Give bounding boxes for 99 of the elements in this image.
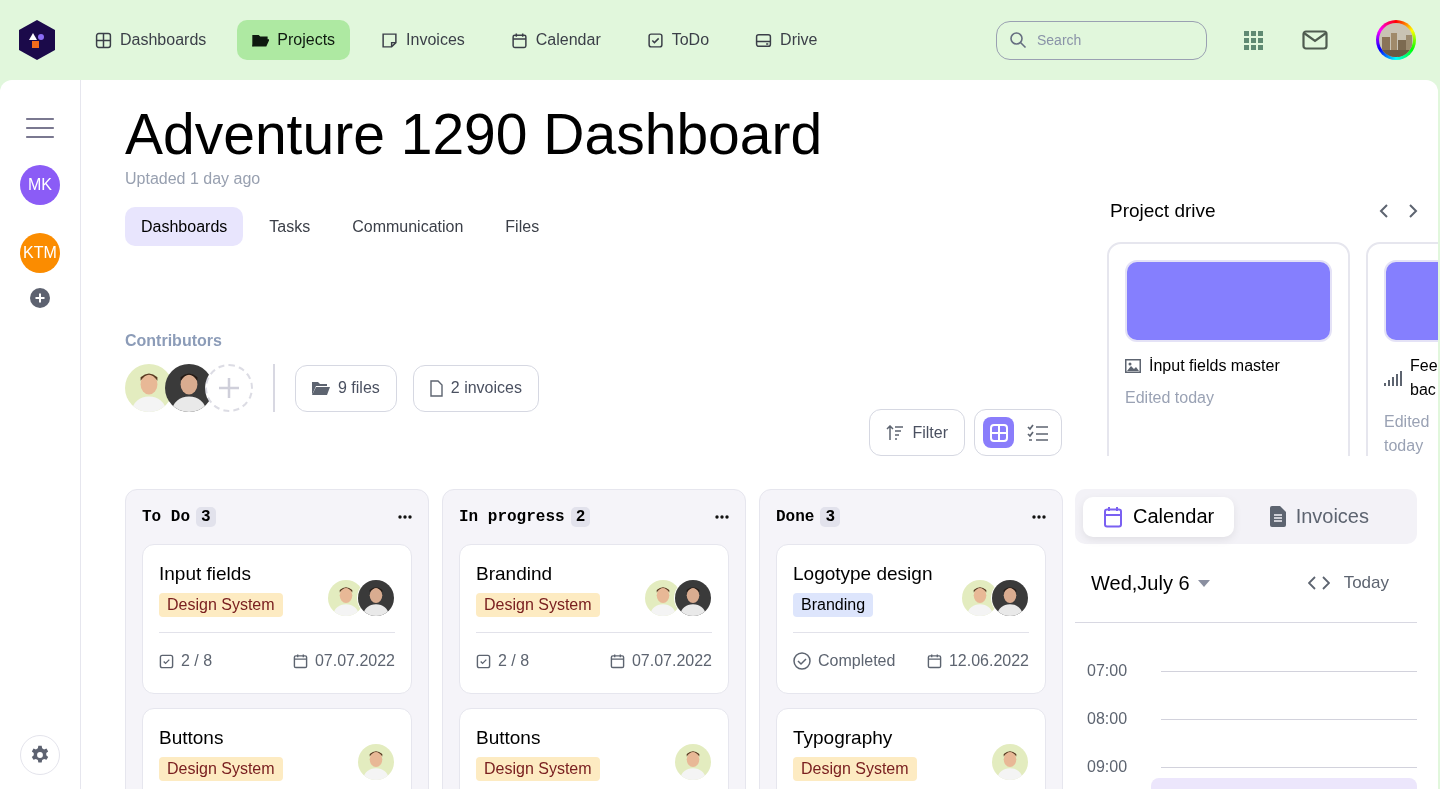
invoices-button[interactable]: 2 invoices [412,364,539,412]
page-tab[interactable]: Communication [336,207,480,246]
settings-icon [30,745,50,765]
calendar-icon [926,653,942,669]
apps-grid-icon[interactable] [1244,30,1263,50]
date-dropdown[interactable]: Wed,July 6 [1091,571,1210,595]
tag: Design System [476,757,600,781]
nav-tab[interactable]: ToDo [631,20,725,60]
file-name: İnput fields master [1149,356,1280,376]
logo-icon [16,19,58,61]
more-icon[interactable] [715,515,729,519]
calendar-tab[interactable]: Invoices [1249,496,1389,537]
edited-text: Edited today [1125,388,1215,408]
column-title: In progress [459,508,565,526]
prev-next-icon[interactable] [1307,575,1330,591]
contributors-heading: Contributors [125,332,223,350]
image-icon [1125,359,1141,373]
calendar-icon [609,653,625,669]
mail-icon[interactable] [1302,30,1328,50]
task-card[interactable]: Brandind Design System 2 / 8 07.07.2022 [459,544,729,694]
task-title: Logotype design [793,563,933,585]
nav-tab[interactable]: Invoices [366,20,480,60]
task-title: Brandind [476,563,554,585]
workspace-avatar[interactable]: MK [20,165,60,205]
calendar-icon [510,31,528,49]
document-icon [1269,506,1286,527]
tag: Branding [793,593,874,617]
edited-text: Edited today [1384,412,1431,456]
nav-tab[interactable]: Projects [237,20,351,60]
updated-text: Uptaded 1 day ago [125,170,262,188]
count-badge: 3 [196,507,216,527]
hour-label: 09:00 [1086,758,1129,776]
task-card[interactable]: Typography Design System [776,708,1046,789]
caret-icon [1197,579,1210,587]
due-date: 07.07.2022 [631,652,712,670]
due-date: 07.07.2022 [314,652,395,670]
search-icon [1009,30,1027,49]
task-card[interactable]: Logotype design Branding Completed 12.06.2022 [776,544,1046,694]
tag: Design System [476,593,600,617]
tag: Design System [793,757,917,781]
calendar-icon [1103,505,1123,528]
nav-tab[interactable]: Calendar [495,20,616,60]
grid-icon [95,31,112,49]
count-badge: 3 [820,507,840,527]
menu-icon[interactable] [25,117,55,139]
task-card[interactable]: Buttons Design System [459,708,729,789]
task-status: Completed [818,652,896,670]
task-status: 2 / 8 [181,652,213,670]
tag: Design System [159,593,283,617]
task-title: Typography [793,727,894,749]
file-card[interactable]: İnput fields master Edited today [1107,242,1350,456]
due-date: 12.06.2022 [948,652,1029,670]
checklist-icon [1026,423,1049,442]
folder-icon [312,380,330,396]
plus-icon [218,377,240,399]
task-card[interactable]: Buttons Design System [142,708,412,789]
more-icon[interactable] [398,515,412,519]
drive-icon [755,31,773,49]
signal-bars-icon [1384,370,1402,386]
search-field[interactable]: Search [996,20,1207,60]
task-title: Buttons [159,727,225,749]
checkbox-icon [159,653,174,669]
profile-avatar[interactable] [1376,20,1416,60]
page-tab[interactable]: Dashboards [125,207,244,246]
chevron-right-icon[interactable] [1408,203,1418,219]
column-title: Done [776,508,815,526]
calendar-icon [292,653,308,669]
grid-icon [988,422,1009,443]
tag: Design System [159,757,283,781]
nav-tab[interactable]: Drive [740,20,833,60]
files-button[interactable]: 9 files [295,364,397,412]
document-icon [429,379,443,397]
page-tab[interactable]: Files [489,207,556,246]
calendar-tab[interactable]: Calendar [1083,496,1235,537]
task-title: Input fields [159,563,252,585]
hour-label: 07:00 [1086,662,1129,680]
task-title: Buttons [476,727,542,749]
task-card[interactable]: Input fields Design System 2 / 8 07.07.2022 [142,544,412,694]
more-icon[interactable] [1032,515,1046,519]
count-badge: 2 [570,507,591,527]
filter-button[interactable]: Filter [869,409,965,456]
checkbox-icon [646,31,664,49]
nav-tab[interactable]: Dashboards [80,20,222,60]
column-title: To Do [142,508,190,526]
page-title: Adventure 1290 Dashboard [125,101,824,168]
section-title: Project drive [1110,200,1216,222]
hour-label: 08:00 [1086,710,1129,728]
check-circle-icon [793,652,811,670]
file-card[interactable]: Fee bac Edited today [1366,242,1438,456]
chevron-left-icon[interactable] [1379,203,1389,219]
checkbox-icon [476,653,491,669]
page-tab[interactable]: Tasks [253,207,327,246]
grid-view-button[interactable] [983,417,1014,448]
note-icon [381,31,399,49]
today-button[interactable]: Today [1343,573,1389,593]
task-status: 2 / 8 [498,652,530,670]
file-name: Fee bac [1410,356,1438,400]
sort-icon [886,424,905,441]
add-icon[interactable] [30,288,50,308]
